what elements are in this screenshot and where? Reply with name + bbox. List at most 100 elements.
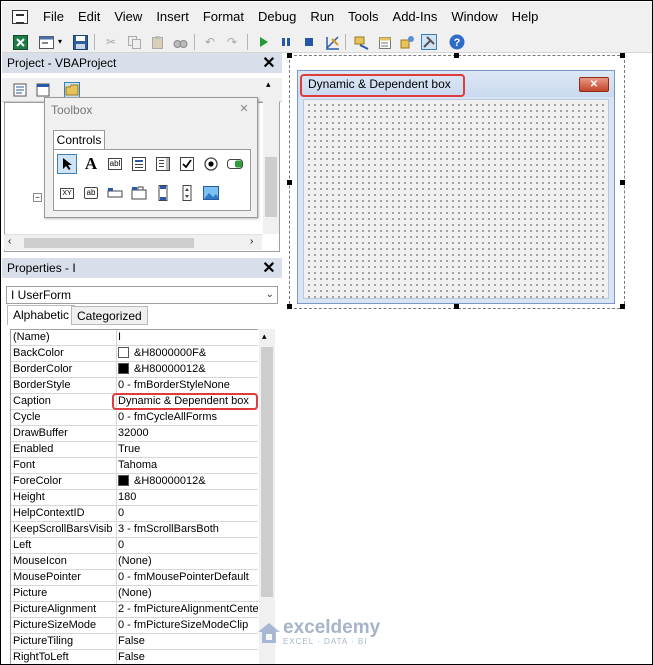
vbe-app-icon[interactable] [12,9,28,24]
copy-icon[interactable] [126,34,142,50]
project-vscroll[interactable]: ▴ [263,79,279,234]
userform-canvas[interactable] [303,99,609,299]
tabstrip-icon[interactable] [105,183,125,203]
combobox-icon[interactable] [129,154,149,174]
resize-handle[interactable] [454,304,459,309]
commandbutton-icon[interactable]: ab [81,183,101,203]
toggle-folders-icon[interactable] [64,82,80,98]
property-row[interactable]: (Name) I [11,330,258,346]
project-vscroll-thumb[interactable] [265,157,277,217]
tab-alphabetic[interactable]: Alphabetic [7,305,76,325]
project-explorer-icon[interactable] [353,34,369,50]
menu-window[interactable]: Window [444,6,504,28]
save-icon[interactable] [72,34,88,50]
redo-icon[interactable]: ↷ [224,34,240,50]
scroll-up-icon[interactable]: ▴ [266,79,271,90]
break-icon[interactable] [278,34,294,50]
checkbox-icon[interactable] [177,154,197,174]
collapse-icon[interactable]: − [33,193,42,202]
insert-dropdown-icon[interactable]: ▾ [55,34,65,50]
property-row[interactable]: Font Tahoma [11,458,258,474]
scrollbar-icon[interactable] [153,183,173,203]
property-value[interactable]: 3 - fmScrollBarsBoth [116,522,258,537]
paste-icon[interactable] [149,34,165,50]
toolbox-icon[interactable] [421,34,437,50]
cut-icon[interactable]: ✂ [103,34,119,50]
resize-handle[interactable] [287,180,292,185]
property-row[interactable]: BorderStyle 0 - fmBorderStyleNone [11,378,258,394]
menu-format[interactable]: Format [196,6,251,28]
scroll-right-icon[interactable]: › [250,236,253,247]
menu-run[interactable]: Run [303,6,341,28]
properties-close-icon[interactable]: ✕ [261,261,277,277]
textbox-icon[interactable]: abl [105,154,125,174]
property-value[interactable]: Tahoma [116,458,258,473]
property-row[interactable]: RightToLeft False [11,650,258,664]
menu-debug[interactable]: Debug [251,6,303,28]
image-icon[interactable] [201,183,221,203]
resize-handle[interactable] [287,53,292,58]
find-icon[interactable] [172,34,188,50]
property-value[interactable]: (None) [116,554,258,569]
resize-handle[interactable] [454,53,459,58]
resize-handle[interactable] [287,304,292,309]
property-value[interactable]: 2 - fmPictureAlignmentCenter [116,602,258,617]
chevron-down-icon[interactable]: ⌄ [266,287,274,303]
userform-close-icon[interactable]: ✕ [579,77,609,92]
property-value[interactable]: 180 [116,490,258,505]
property-value[interactable]: (None) [116,586,258,601]
menu-help[interactable]: Help [505,6,546,28]
tab-controls[interactable]: Controls [53,130,105,150]
property-value[interactable]: 0 - fmBorderStyleNone [116,378,258,393]
select-objects-icon[interactable] [57,154,77,174]
property-row[interactable]: MousePointer 0 - fmMousePointerDefault [11,570,258,586]
resize-handle[interactable] [620,304,625,309]
property-row[interactable]: KeepScrollBarsVisible 3 - fmScrollBarsBot… [11,522,258,538]
scroll-up-icon[interactable]: ▴ [262,331,267,342]
property-row[interactable]: ForeColor &H80000012& [11,474,258,490]
property-row[interactable]: Picture (None) [11,586,258,602]
optionbutton-icon[interactable] [201,154,221,174]
properties-vscroll[interactable]: ▴ [259,329,275,664]
property-row[interactable]: Enabled True [11,442,258,458]
togglebutton-icon[interactable] [225,154,245,174]
property-value[interactable]: &H8000000F& [116,346,258,361]
object-browser-icon[interactable] [399,34,415,50]
property-row[interactable]: Height 180 [11,490,258,506]
resize-handle[interactable] [620,180,625,185]
view-object-icon[interactable] [35,82,51,98]
property-value[interactable]: 0 [116,506,258,521]
menu-edit[interactable]: Edit [71,6,107,28]
scroll-left-icon[interactable]: ‹ [8,236,11,247]
property-value[interactable]: 0 - fmCycleAllForms [116,410,258,425]
help-icon[interactable]: ? [449,34,465,50]
property-value[interactable]: True [116,442,258,457]
property-value[interactable]: False [116,634,258,649]
property-row[interactable]: BackColor &H8000000F& [11,346,258,362]
property-row[interactable]: Cycle 0 - fmCycleAllForms [11,410,258,426]
property-value[interactable]: I [116,330,258,345]
spinbutton-icon[interactable] [177,183,197,203]
reset-icon[interactable] [301,34,317,50]
project-close-icon[interactable]: ✕ [261,56,277,72]
design-mode-icon[interactable] [324,34,340,50]
property-row[interactable]: PictureTiling False [11,634,258,650]
property-value[interactable]: 32000 [116,426,258,441]
property-row[interactable]: BorderColor &H80000012& [11,362,258,378]
property-row[interactable]: Left 0 [11,538,258,554]
menu-tools[interactable]: Tools [341,6,385,28]
undo-icon[interactable]: ↶ [202,34,218,50]
menu-file[interactable]: File [36,6,71,28]
listbox-icon[interactable] [153,154,173,174]
view-excel-icon[interactable] [12,34,28,50]
run-icon[interactable] [255,34,271,50]
property-value[interactable]: 0 [116,538,258,553]
property-row[interactable]: HelpContextID 0 [11,506,258,522]
resize-handle[interactable] [620,53,625,58]
property-value[interactable]: &H80000012& [116,474,258,489]
object-selector[interactable]: I UserForm ⌄ [6,286,278,304]
project-hscroll[interactable]: ‹ › [4,234,262,250]
multipage-icon[interactable] [129,183,149,203]
label-icon[interactable]: A [81,154,101,174]
view-code-icon[interactable] [12,82,28,98]
